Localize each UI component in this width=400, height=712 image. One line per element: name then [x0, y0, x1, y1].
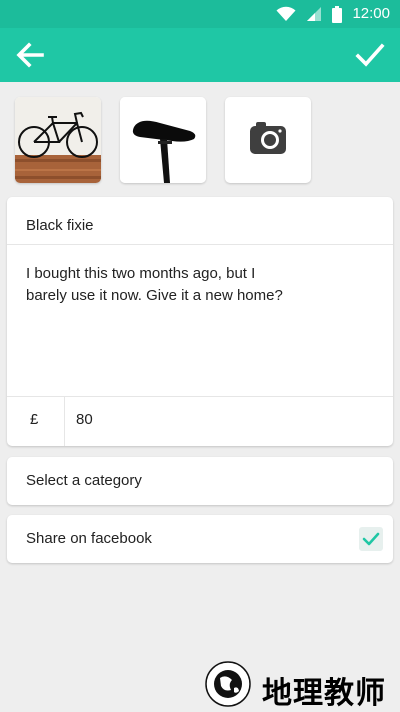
- saddle-photo[interactable]: [120, 97, 206, 183]
- description-field[interactable]: I bought this two months ago, but I bare…: [26, 263, 326, 307]
- app-bar: [0, 28, 400, 82]
- share-row[interactable]: Share on facebook: [7, 515, 393, 563]
- checkmark-icon: [362, 532, 380, 546]
- price-field[interactable]: 80: [76, 411, 93, 428]
- watermark-logo: [205, 661, 251, 707]
- battery-icon: [332, 5, 343, 23]
- checkmark-icon: [355, 43, 385, 67]
- add-photo-button[interactable]: [225, 97, 311, 183]
- camera-icon: [250, 122, 286, 154]
- category-label: Select a category: [26, 472, 142, 489]
- listing-card: Black fixie I bought this two months ago…: [7, 197, 393, 446]
- watermark-text: 地理教师: [262, 676, 386, 711]
- bicycle-photo[interactable]: [15, 97, 101, 183]
- status-time: 12:00: [352, 5, 390, 22]
- status-icons: 12:00: [276, 4, 390, 24]
- category-select[interactable]: Select a category: [7, 457, 393, 505]
- arrow-left-icon: [16, 42, 44, 68]
- divider: [7, 244, 393, 245]
- saddle-image: [120, 97, 206, 183]
- title-field[interactable]: Black fixie: [26, 217, 94, 234]
- divider: [64, 396, 65, 446]
- confirm-button[interactable]: [354, 40, 386, 70]
- share-checkbox[interactable]: [359, 527, 383, 551]
- share-label: Share on facebook: [26, 530, 152, 547]
- signal-icon: [307, 7, 322, 21]
- watermark: 地理教师: [198, 661, 398, 711]
- currency-label: £: [30, 411, 39, 428]
- bicycle-image: [15, 97, 101, 183]
- status-bar: 12:00: [0, 0, 400, 28]
- back-button[interactable]: [14, 40, 46, 70]
- wifi-icon: [276, 6, 296, 21]
